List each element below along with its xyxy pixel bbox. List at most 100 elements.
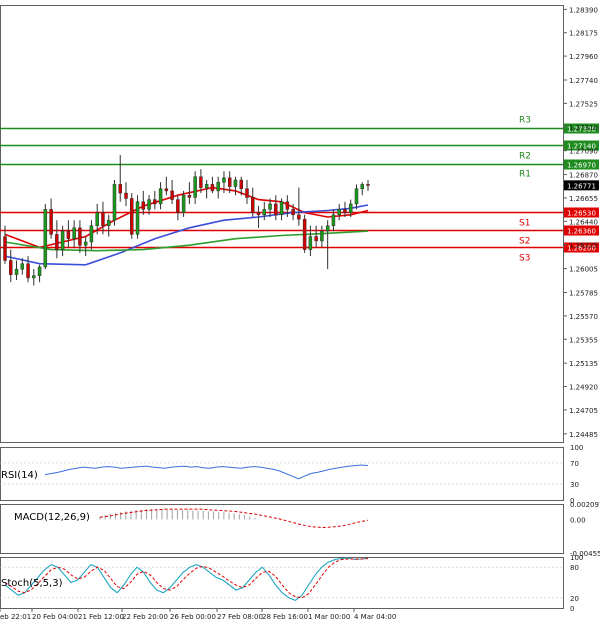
candle-body: [141, 201, 146, 210]
candle-body: [239, 179, 243, 189]
time-tick-label: 1 Mar 00:00: [308, 613, 350, 621]
candle-body: [262, 209, 267, 216]
candle: [43, 203, 48, 270]
stoch-tick-label: 0: [570, 605, 574, 613]
candle-body: [118, 184, 122, 194]
level-price-label: 1.26360: [567, 228, 596, 236]
candle-body: [78, 227, 82, 246]
candle-body: [158, 188, 163, 205]
stoch-tick-label: 100: [570, 554, 583, 562]
level-name: S2: [519, 237, 530, 247]
price-tick-label: 1.27525: [569, 100, 598, 108]
time-tick-label: 28 Feb 16:00: [262, 613, 308, 621]
candle: [135, 195, 140, 239]
macd-tick-label: 0.002097: [570, 501, 600, 509]
candle-body: [274, 203, 278, 216]
candle-body: [343, 209, 347, 213]
candle-body: [314, 236, 318, 242]
level-name: R3: [519, 116, 531, 126]
candle-body: [193, 176, 197, 198]
candle-body: [251, 197, 255, 213]
candle-body: [366, 184, 370, 186]
candle: [112, 180, 117, 226]
time-tick-label: 21 Feb 12:00: [78, 613, 124, 621]
candle-body: [325, 225, 330, 232]
level-name: S1: [519, 219, 530, 229]
candle-body: [222, 177, 226, 183]
rsi-label: RSI(14): [1, 470, 38, 481]
time-axis: eb 22:01 20 Feb 04:00 21 Feb 12:0022 Feb 2…: [0, 608, 396, 621]
time-tick-label: eb 22:01: [0, 613, 31, 621]
candle-body: [302, 218, 307, 250]
price-tick-label: 1.26655: [569, 195, 598, 203]
candle-body: [245, 188, 249, 198]
time-tick-label: 4 Mar 04:00: [354, 613, 396, 621]
time-tick-label: 22 Feb 20:00: [122, 613, 168, 621]
candle-body: [360, 184, 364, 189]
candle-body: [14, 268, 19, 275]
candle-body: [147, 199, 151, 210]
price-tick-label: 1.25135: [569, 360, 598, 368]
macd-label: MACD(12,26,9): [14, 512, 90, 523]
candle-body: [135, 201, 140, 235]
candle-body: [153, 199, 157, 205]
price-tick-label: 1.27090: [569, 148, 598, 156]
candle-body: [60, 230, 65, 250]
candle-body: [256, 212, 261, 216]
price-tick-label: 1.26005: [569, 266, 598, 274]
price-tick-label: 1.28390: [569, 6, 598, 14]
level-price-label: 1.26530: [567, 210, 596, 218]
candle-body: [32, 275, 36, 279]
candle-body: [233, 179, 238, 187]
price-tick-label: 1.24485: [569, 431, 598, 439]
candle-body: [95, 212, 99, 226]
rsi-tick-label: 70: [570, 460, 579, 468]
macd-tick-label: 0.00: [570, 516, 586, 524]
candle-body: [26, 263, 30, 279]
candle-body: [124, 192, 128, 199]
candle-body: [348, 203, 353, 213]
candle-body: [130, 198, 134, 235]
price-tick-label: 1.26225: [569, 242, 598, 250]
candle-body: [3, 236, 7, 261]
candle-body: [112, 184, 117, 221]
time-tick-label: 26 Feb 00:00: [170, 613, 216, 621]
candle-body: [181, 194, 186, 213]
stoch-label: Stoch(5,5,3): [1, 578, 63, 589]
price-tick-label: 1.28175: [569, 30, 598, 38]
price-axis: 1.28390 1.28175 1.27960 1.27740 1.27525 1.273…: [563, 6, 599, 439]
candle-body: [291, 209, 295, 216]
level-name: S3: [519, 254, 530, 264]
chart-canvas: 1.27300R31.271401.26970R2R11.26530S11.26…: [0, 5, 600, 621]
pane-frame: [0, 5, 564, 443]
level-name: R2: [519, 152, 531, 162]
candle-body: [216, 181, 220, 192]
candle-body: [204, 184, 209, 188]
price-tick-label: 1.27740: [569, 77, 598, 85]
candle-body: [354, 188, 359, 205]
candle-body: [187, 194, 192, 198]
price-tick-label: 1.27310: [569, 124, 598, 132]
time-tick-label: 20 Feb 04:00: [32, 613, 78, 621]
stoch-tick-label: 20: [570, 595, 579, 603]
candle-body: [268, 203, 272, 210]
price-tick-label: 1.24920: [569, 384, 598, 392]
candle-body: [66, 230, 71, 239]
price-tick-label: 1.24705: [569, 407, 598, 415]
candle-body: [227, 177, 232, 187]
candle: [302, 214, 307, 253]
candle-body: [320, 230, 324, 242]
candle-body: [20, 263, 25, 270]
price-tick-label: 1.25785: [569, 290, 598, 298]
candle-body: [285, 201, 290, 210]
candle-body: [89, 225, 94, 243]
candle-body: [176, 199, 180, 213]
rsi-tick-label: 30: [570, 481, 579, 489]
candle-body: [170, 190, 174, 200]
pane-frame: [0, 447, 564, 501]
level-name: R1: [519, 169, 531, 179]
candle-body: [37, 266, 42, 276]
candle-body: [210, 184, 215, 192]
price-tick-label: 1.25355: [569, 336, 598, 344]
candle-body: [106, 219, 111, 226]
